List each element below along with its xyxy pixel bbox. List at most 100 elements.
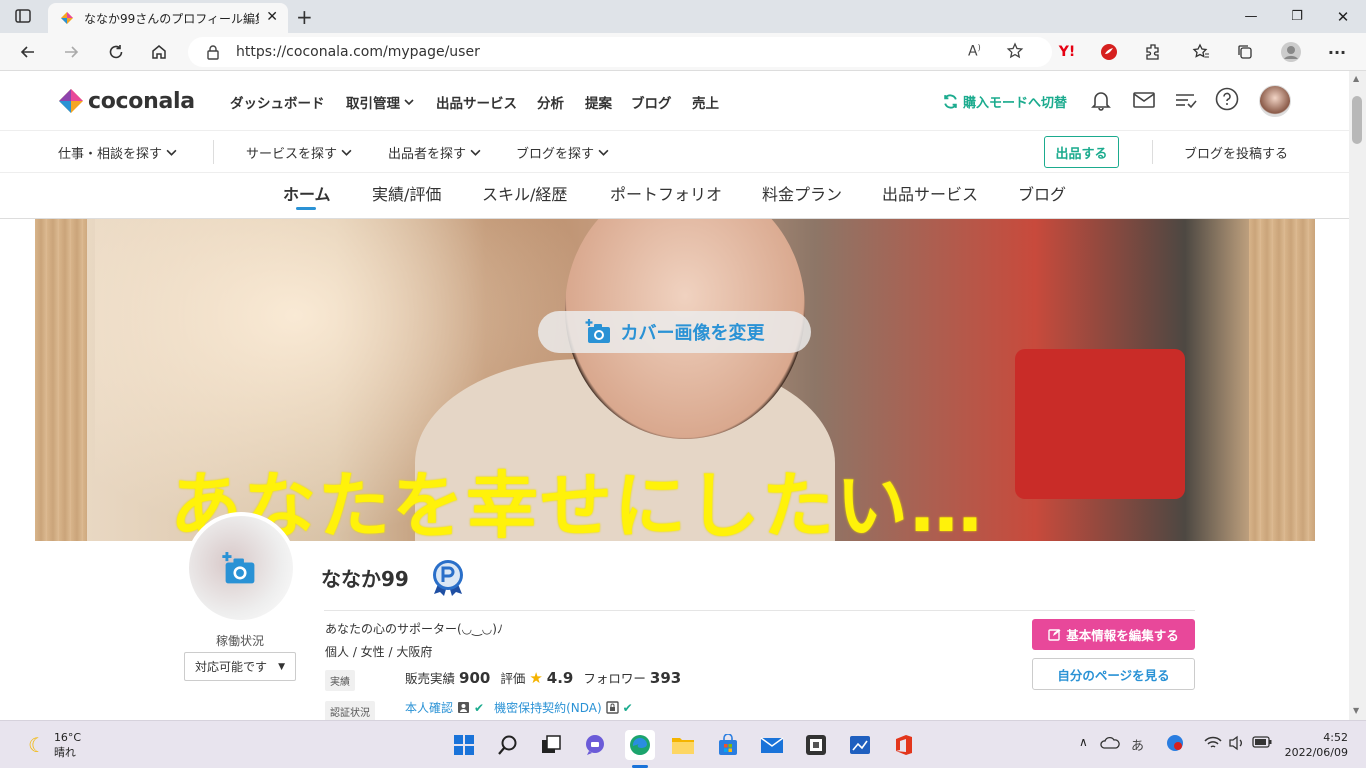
post-blog-link[interactable]: ブログを投稿する (1184, 143, 1288, 162)
search-blogs-menu[interactable]: ブログを探す (516, 143, 609, 162)
tab-portfolio[interactable]: ポートフォリオ (610, 181, 722, 205)
search-services-menu[interactable]: サービスを探す (246, 143, 352, 162)
tab-reviews[interactable]: 実績/評価 (372, 181, 441, 205)
system-clock[interactable]: 4:52 2022/06/09 (1280, 730, 1348, 760)
mail-app-icon[interactable] (757, 730, 787, 760)
windows-start-icon[interactable] (449, 730, 479, 760)
minimize-icon[interactable]: — (1228, 0, 1274, 33)
chevron-down-icon (404, 99, 414, 106)
cover-frame-left (35, 219, 87, 541)
yahoo-extension-icon[interactable]: Y! (1052, 37, 1082, 67)
user-avatar[interactable] (1259, 85, 1291, 117)
home-icon[interactable] (144, 37, 174, 67)
teams-chat-icon[interactable] (580, 730, 610, 760)
tab-services[interactable]: 出品サービス (882, 181, 978, 205)
search-jobs-menu[interactable]: 仕事・相談を探す (58, 143, 177, 162)
add-photo-icon[interactable] (221, 552, 259, 586)
cover-image: あなたを幸せにしたい… (35, 219, 1315, 541)
ime-indicator[interactable]: あ (1131, 735, 1144, 754)
scroll-down-icon[interactable]: ▼ (1353, 706, 1359, 715)
tab-blog[interactable]: ブログ (1018, 181, 1066, 205)
browser-tab-active[interactable]: ななか99さんのプロフィール編集 | ココ ✕ (48, 3, 288, 33)
collections-icon[interactable] (1230, 37, 1260, 67)
search-icon[interactable] (493, 730, 523, 760)
weather-widget[interactable]: ☾ 16°C 晴れ (28, 730, 81, 760)
file-explorer-icon[interactable] (668, 730, 698, 760)
refresh-icon[interactable] (101, 37, 131, 67)
tab-skills[interactable]: スキル/経歴 (482, 181, 567, 205)
sell-button[interactable]: 出品する (1044, 136, 1119, 168)
nav-blog[interactable]: ブログ (631, 92, 672, 112)
verification-row: 本人確認 ✔ 機密保持契約(NDA) ✔ (405, 699, 633, 716)
star-icon: ★ (529, 669, 543, 687)
chevron-down-icon (166, 149, 177, 156)
forward-icon[interactable] (56, 37, 86, 67)
scroll-up-icon[interactable]: ▲ (1353, 74, 1359, 83)
caret-down-icon: ▼ (278, 661, 285, 672)
address-bar[interactable]: https://coconala.com/mypage/user A) (188, 37, 1052, 67)
page-scrollbar[interactable] (1349, 71, 1366, 720)
more-menu-icon[interactable]: ··· (1322, 37, 1352, 67)
view-my-page-button[interactable]: 自分のページを見る (1032, 658, 1195, 690)
nav-proposals[interactable]: 提案 (585, 92, 612, 112)
tab-home[interactable]: ホーム (283, 181, 331, 205)
microsoft-store-icon[interactable] (713, 730, 743, 760)
chevron-down-icon (470, 149, 481, 156)
switch-to-buyer-mode[interactable]: 購入モードへ切替 (942, 92, 1067, 111)
separator (1152, 140, 1153, 164)
read-aloud-icon[interactable]: A) (968, 43, 981, 60)
volume-icon[interactable] (1228, 735, 1246, 751)
extensions-icon[interactable] (1138, 37, 1168, 67)
change-cover-button[interactable]: カバー画像を変更 (538, 311, 811, 353)
mail-icon[interactable] (1132, 90, 1156, 110)
lock-icon[interactable] (206, 44, 220, 60)
battery-icon[interactable] (1252, 736, 1272, 748)
favorites-icon[interactable] (1186, 37, 1216, 67)
snipping-tool-icon[interactable] (801, 730, 831, 760)
help-icon[interactable] (1215, 87, 1239, 111)
photo-editor-icon[interactable] (845, 730, 875, 760)
username: ななか99 (321, 567, 409, 591)
search-sellers-menu[interactable]: 出品者を探す (388, 143, 481, 162)
browser-toolbar: https://coconala.com/mypage/user A) Y! ·… (0, 33, 1366, 71)
site-favicon-icon (60, 11, 74, 25)
nav-analytics[interactable]: 分析 (537, 92, 564, 112)
sales-label: 販売実績 (405, 671, 456, 686)
window-close-icon[interactable]: ✕ (1320, 0, 1366, 33)
office-icon[interactable] (889, 730, 919, 760)
edge-browser-icon[interactable] (625, 730, 655, 760)
availability-select[interactable]: 対応可能です ▼ (184, 652, 296, 681)
chevron-down-icon (598, 149, 609, 156)
task-view-icon[interactable] (536, 730, 566, 760)
tab-actions-icon[interactable] (14, 7, 32, 25)
tab-close-icon[interactable]: ✕ (266, 9, 278, 25)
nav-dashboard[interactable]: ダッシュボード (230, 92, 325, 112)
restore-icon[interactable]: ❐ (1274, 0, 1320, 33)
nav-sales[interactable]: 売上 (692, 92, 719, 112)
chevron-up-icon[interactable]: ∧ (1079, 735, 1088, 749)
edit-profile-button[interactable]: 基本情報を編集する (1032, 619, 1195, 650)
bell-icon[interactable] (1090, 89, 1112, 111)
red-extension-icon[interactable] (1094, 37, 1124, 67)
add-favorite-icon[interactable] (1006, 42, 1024, 60)
edge-profile-tray-icon[interactable] (1166, 734, 1184, 752)
back-icon[interactable] (13, 37, 43, 67)
separator (213, 140, 214, 164)
onedrive-icon[interactable] (1100, 736, 1120, 750)
wifi-icon[interactable] (1204, 736, 1222, 750)
stats-row: 販売実績 900 評価 ★ 4.9 フォロワー 393 (405, 668, 681, 687)
new-tab-icon[interactable]: + (296, 5, 313, 29)
nav-listed-services[interactable]: 出品サービス (436, 92, 517, 112)
identity-verified-link[interactable]: 本人確認 (405, 699, 453, 716)
profile-icon[interactable] (1276, 37, 1306, 67)
tab-pricing[interactable]: 料金プラン (762, 181, 842, 205)
todo-list-icon[interactable] (1174, 90, 1198, 110)
scroll-thumb[interactable] (1352, 96, 1362, 144)
search-services-label: サービスを探す (246, 147, 338, 162)
coconala-logo[interactable]: coconala (58, 88, 195, 114)
buyer-mode-label: 購入モードへ切替 (963, 96, 1068, 111)
logo-text: coconala (88, 88, 195, 114)
active-tab-indicator (296, 207, 316, 210)
nav-transactions[interactable]: 取引管理 (346, 92, 414, 112)
nda-link[interactable]: 機密保持契約(NDA) (494, 699, 602, 716)
